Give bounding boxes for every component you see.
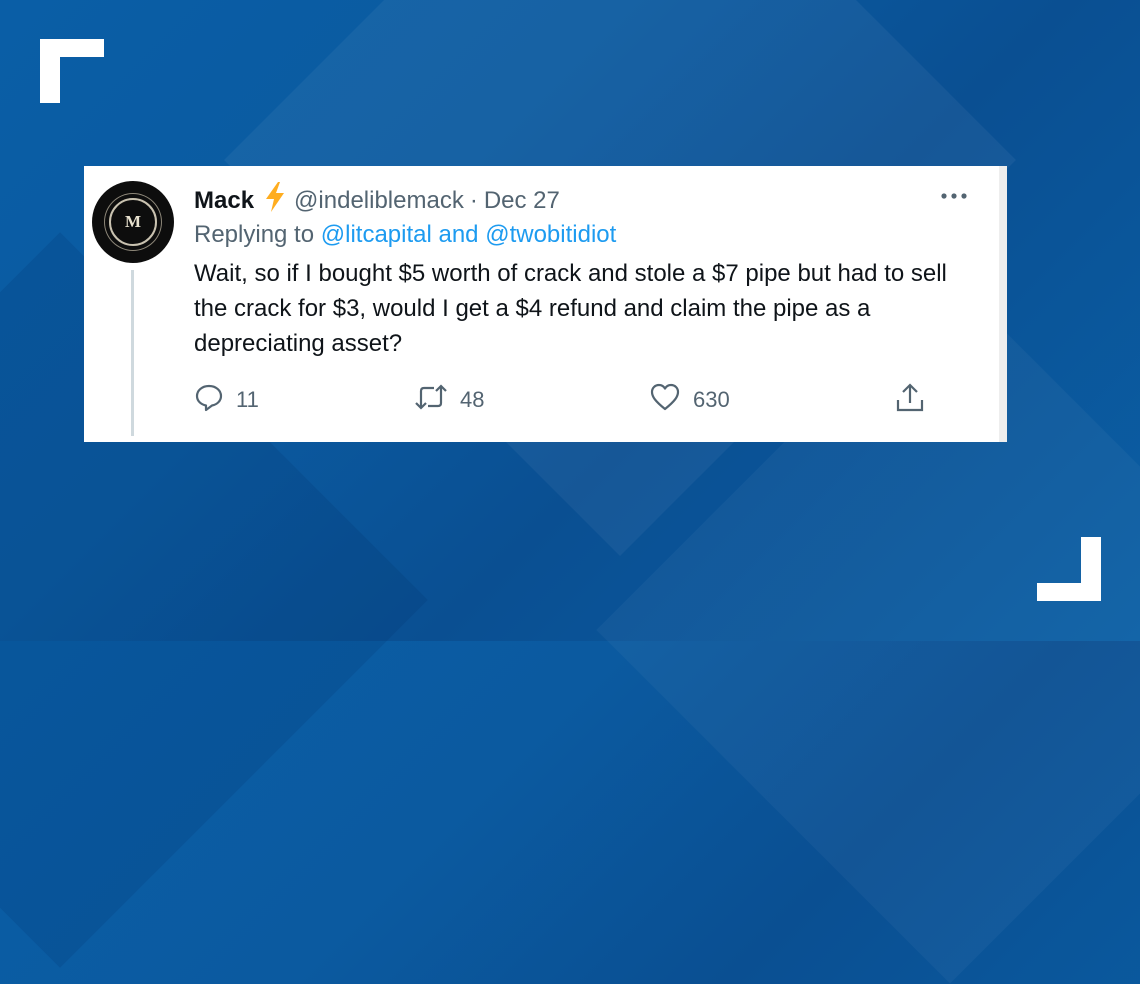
retweet-button[interactable]: 48 [414,382,484,418]
retweet-icon [414,382,448,418]
tweet-header: Mack @indeliblemack · Dec 27 [194,182,560,219]
more-icon[interactable] [940,186,968,206]
replying-targets-link[interactable]: @litcapital and @twobitidiot [321,221,617,248]
share-button[interactable] [894,382,926,420]
reply-count: 11 [236,387,259,412]
tweet-date[interactable]: Dec 27 [484,187,560,215]
like-count: 630 [693,387,730,412]
like-button[interactable]: 630 [649,382,730,418]
replying-prefix: Replying to [194,221,315,248]
replying-to: Replying to @litcapital and @twobitidiot [194,221,616,249]
reply-icon [194,382,224,418]
like-icon [649,382,681,418]
share-icon [894,382,926,420]
corner-bracket-top-left [40,39,60,103]
author-handle[interactable]: @indeliblemack [294,187,464,215]
tweet-card: M Mack @indeliblemack · Dec 27 Replying … [84,166,1007,442]
avatar-emblem: M [109,198,157,246]
lightning-bolt-icon [264,182,286,219]
corner-bracket-bottom-right [1081,537,1101,601]
card-edge [999,166,1007,442]
thread-line [131,270,134,436]
separator: · [469,186,478,214]
avatar-letter: M [124,212,142,231]
author-name[interactable]: Mack [194,187,254,215]
tweet-text: Wait, so if I bought $5 worth of crack a… [194,260,947,357]
avatar[interactable]: M [92,181,174,263]
reply-button[interactable]: 11 [194,382,259,418]
retweet-count: 48 [460,387,485,412]
